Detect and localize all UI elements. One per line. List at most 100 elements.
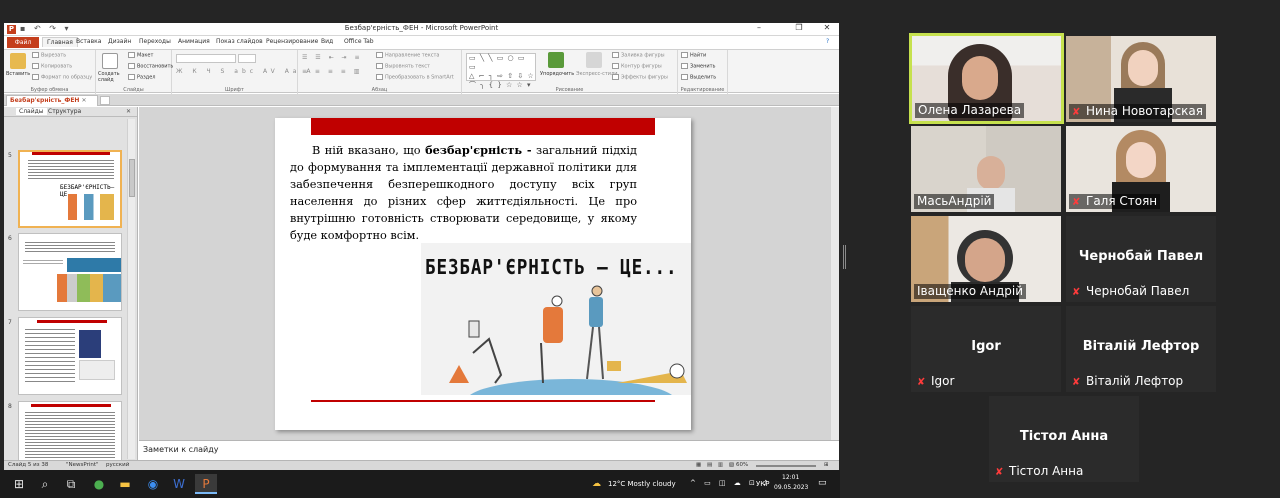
participant-tile-nina[interactable]: ✘ Нина Новотарская <box>1066 36 1216 122</box>
tab-file[interactable]: Файл <box>7 37 39 48</box>
slides-panel: Слайды Структура ✕ 5 БЕЗБАР'ЄРНІСТЬ—ЦЕ..… <box>4 107 138 462</box>
view-buttons[interactable]: ▦ ▤ ▥ ▧ <box>696 462 736 468</box>
section-button[interactable]: Раздел <box>128 74 155 81</box>
current-slide[interactable]: В ній вказано, що безбар'єрність - загал… <box>275 118 691 430</box>
tab-close-icon[interactable]: ✕ <box>82 97 87 104</box>
tab-home[interactable]: Главная <box>42 37 78 47</box>
new-slide-button[interactable]: Создать слайд <box>98 71 126 83</box>
slide-thumbnail-8[interactable] <box>18 401 122 461</box>
list-buttons[interactable]: ☰ ☰ ⇤ ⇥ ≡ <box>302 54 362 61</box>
slides-group-label: Слайды <box>123 87 144 93</box>
zoom-slider[interactable] <box>756 465 816 467</box>
participant-tile-tistol[interactable]: Тістол Анна ✘ Тістол Анна <box>989 396 1139 482</box>
text-direction-button[interactable]: Направление текста <box>376 52 439 59</box>
weather-text[interactable]: 12°C Mostly cloudy <box>608 480 676 488</box>
theme-name: "NewsPrint" <box>66 462 99 468</box>
font-name-input[interactable] <box>176 54 236 63</box>
document-tabs: Безбар'єрність_ФЕН ✕ <box>4 94 839 106</box>
muted-mic-icon: ✘ <box>1072 287 1081 298</box>
cut-button[interactable]: Вырезать <box>32 52 66 59</box>
shape-outline-button[interactable]: Контур фигуры <box>612 63 662 70</box>
align-text-button[interactable]: Выровнять текст <box>376 63 430 70</box>
scrollbar-thumb[interactable] <box>129 159 135 197</box>
select-button[interactable]: Выделить <box>681 74 716 81</box>
format-painter-button[interactable]: Формат по образцу <box>32 74 92 81</box>
tab-slides[interactable]: Слайды <box>16 108 47 115</box>
tab-office-tab[interactable]: Office Tab <box>344 38 374 45</box>
slide-thumbnail-6[interactable] <box>18 233 122 311</box>
find-button[interactable]: Найти <box>681 52 706 59</box>
slides-panel-scrollbar[interactable] <box>127 119 135 459</box>
quick-styles-icon[interactable] <box>586 52 602 68</box>
keyboard-language[interactable]: УКР <box>756 480 769 488</box>
paste-icon[interactable] <box>10 53 26 69</box>
zoom-level[interactable]: 60% <box>736 462 748 468</box>
new-slide-icon[interactable] <box>102 53 118 69</box>
participant-tile-vitaliy[interactable]: Віталій Лефтор ✘ Віталій Лефтор <box>1066 306 1216 392</box>
shape-fill-label: Заливка фигуры <box>621 52 665 59</box>
restore-icon[interactable]: ❐ <box>788 23 810 32</box>
group-font: Ж К Ч S abc AV Аа A Шрифт <box>172 50 311 94</box>
search-icon[interactable]: ⌕ <box>34 474 56 494</box>
word-icon[interactable]: W <box>168 474 190 494</box>
font-style-buttons[interactable]: Ж К Ч S abc AV Аа A <box>176 68 315 75</box>
editor-scrollbar[interactable] <box>831 107 839 457</box>
powerpoint-taskbar-icon[interactable]: P <box>195 474 217 494</box>
participant-tile-mas[interactable]: МасьАндрій <box>911 126 1061 212</box>
smartart-icon <box>376 74 383 80</box>
notes-pane[interactable]: Заметки к слайду <box>139 440 839 462</box>
document-tab[interactable]: Безбар'єрність_ФЕН ✕ <box>6 95 98 106</box>
shape-effects-label: Эффекты фигуры <box>621 74 668 81</box>
tab-outline[interactable]: Структура <box>48 108 81 115</box>
smartart-button[interactable]: Преобразовать в SmartArt <box>376 74 454 81</box>
align-buttons[interactable]: ≡ ≡ ≡ ≡ ▥ <box>302 68 362 75</box>
slide-body-text[interactable]: В ній вказано, що безбар'єрність - загал… <box>290 142 637 244</box>
slide-illustration[interactable]: БЕЗБАР'ЄРНІСТЬ — ЦЕ... <box>421 243 691 395</box>
panel-resize-handle[interactable] <box>843 245 846 269</box>
tab-view[interactable]: Вид <box>321 38 333 45</box>
shape-fill-button[interactable]: Заливка фигуры <box>612 52 665 59</box>
tab-slideshow[interactable]: Показ слайдов <box>216 38 263 45</box>
shapes-gallery[interactable]: ▭ ╲ ╲ ▭ ○ ▭ ▭ △ ⌐ ┐ ⇨ ⇧ ⇩ ☆ ⌒ ╮ { } ☆ ☆ ▾ <box>466 53 536 89</box>
file-explorer-icon[interactable]: ▬ <box>114 474 136 494</box>
font-size-input[interactable] <box>238 54 256 63</box>
slide-thumbnail-5[interactable]: БЕЗБАР'ЄРНІСТЬ—ЦЕ... <box>18 150 122 228</box>
chrome-icon[interactable]: ● <box>88 474 110 494</box>
layout-button[interactable]: Макет <box>128 52 153 59</box>
clock-time[interactable]: 12:01 <box>782 474 799 481</box>
participant-tile-chernobay[interactable]: Чернобай Павел ✘ Чернобай Павел <box>1066 216 1216 302</box>
muted-mic-icon: ✘ <box>995 467 1004 478</box>
new-tab-icon[interactable] <box>100 96 110 105</box>
windows-start-icon[interactable]: ⊞ <box>8 474 30 494</box>
slide-thumbnail-7[interactable] <box>18 317 122 395</box>
clock-date[interactable]: 09.05.2023 <box>774 484 808 491</box>
participant-tile-olena[interactable]: Олена Лазарева <box>909 33 1064 124</box>
replace-button[interactable]: Заменить <box>681 63 716 70</box>
help-icon[interactable]: ? <box>826 38 829 45</box>
notifications-icon[interactable]: ▭ <box>818 478 827 488</box>
tab-design[interactable]: Дизайн <box>108 38 131 45</box>
minimize-icon[interactable]: – <box>748 23 770 32</box>
arrange-button[interactable]: Упорядочить <box>540 71 574 77</box>
language-indicator[interactable]: русский <box>106 462 129 468</box>
slide-bottom-line <box>311 400 655 402</box>
participant-tile-igor[interactable]: Igor ✘ Igor <box>911 306 1061 392</box>
shape-effects-button[interactable]: Эффекты фигуры <box>612 74 668 81</box>
arrange-icon[interactable] <box>548 52 564 68</box>
paste-button[interactable]: Вставить <box>6 71 30 77</box>
fit-to-window-icon[interactable]: ⊞ <box>824 462 829 468</box>
tab-transitions[interactable]: Переходы <box>139 38 171 45</box>
participant-name: Олена Лазарева <box>915 103 1025 118</box>
copy-button[interactable]: Копировать <box>32 63 72 70</box>
participant-tile-halya[interactable]: ✘ Галя Стоян <box>1066 126 1216 212</box>
zoom-app-icon[interactable]: ◉ <box>142 474 164 494</box>
task-view-icon[interactable]: ⧉ <box>60 474 82 494</box>
close-icon[interactable]: ✕ <box>816 23 838 32</box>
reset-button[interactable]: Восстановить <box>128 63 173 70</box>
tab-animation[interactable]: Анимация <box>178 38 210 45</box>
tab-insert[interactable]: Вставка <box>76 38 101 45</box>
tab-review[interactable]: Рецензирование <box>266 38 318 45</box>
side-panel-close-icon[interactable]: ✕ <box>126 108 131 115</box>
participant-tile-ivashchenko[interactable]: Іващенко Андрій <box>911 216 1061 302</box>
slide-editor: В ній вказано, що безбар'єрність - загал… <box>139 107 831 457</box>
